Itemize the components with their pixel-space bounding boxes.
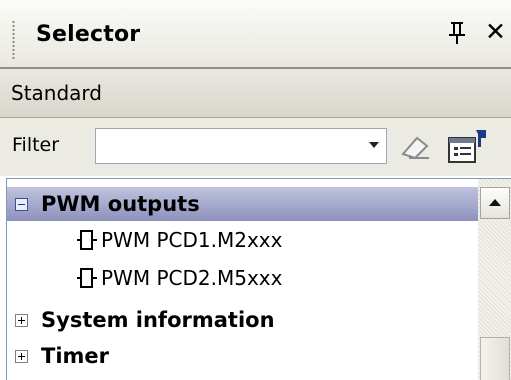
- tree-item-label: PWM PCD1.M2xxx: [101, 228, 283, 252]
- expand-icon[interactable]: [15, 313, 28, 327]
- tree-item-pwm-pcd1[interactable]: PWM PCD1.M2xxx: [73, 223, 282, 257]
- tree-group-system-information[interactable]: System information: [15, 303, 275, 337]
- panel-title: Selector: [36, 22, 141, 47]
- close-icon[interactable]: ✕: [485, 19, 506, 45]
- category-label: Standard: [11, 81, 102, 105]
- vertical-scrollbar[interactable]: [478, 179, 511, 380]
- panel-title-bar: Selector ✕: [0, 0, 511, 67]
- function-block-icon: [77, 230, 97, 250]
- filter-input[interactable]: [100, 133, 358, 161]
- filter-combobox[interactable]: [95, 128, 387, 164]
- scroll-up-button[interactable]: [480, 187, 510, 219]
- drag-grip-icon[interactable]: [12, 20, 15, 60]
- tree-item-pwm-pcd2[interactable]: PWM PCD2.M5xxx: [73, 261, 282, 295]
- filter-label: Filter: [12, 134, 60, 156]
- function-block-icon: [77, 268, 97, 288]
- collapse-icon[interactable]: [15, 197, 28, 211]
- eraser-icon[interactable]: [399, 132, 433, 162]
- pin-icon[interactable]: [447, 20, 467, 46]
- filter-toolbar: Filter: [0, 118, 511, 176]
- chevron-down-icon[interactable]: [369, 142, 379, 148]
- scroll-thumb[interactable]: [480, 337, 510, 380]
- properties-icon[interactable]: [446, 128, 490, 166]
- expand-icon[interactable]: [15, 349, 28, 363]
- tree-item-label: PWM PCD2.M5xxx: [101, 266, 283, 290]
- tree-group-label: Timer: [41, 344, 110, 368]
- category-bar[interactable]: Standard: [0, 69, 511, 118]
- tree-group-timer[interactable]: Timer: [15, 339, 109, 373]
- tree-group-label: PWM outputs: [41, 192, 200, 216]
- tree-group-pwm-outputs[interactable]: PWM outputs: [15, 187, 200, 221]
- tree-group-label: System information: [41, 308, 275, 332]
- tree-view[interactable]: PWM outputs PWM PCD1.M2xxx PWM PCD2.M5xx…: [6, 178, 511, 380]
